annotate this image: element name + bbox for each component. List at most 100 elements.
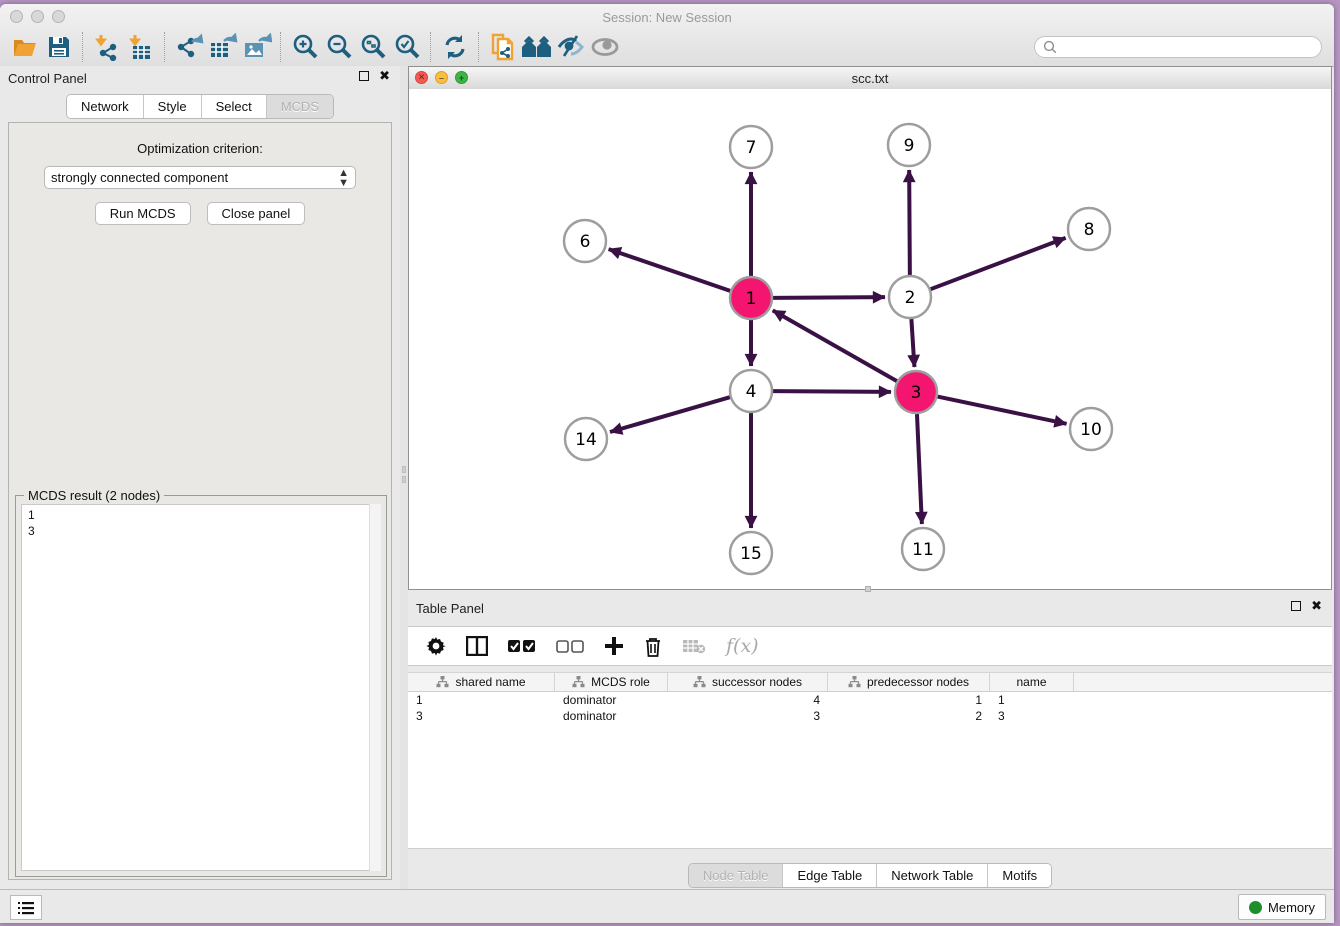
search-input[interactable] (1057, 39, 1313, 55)
column-label: name (1016, 675, 1046, 689)
memory-button[interactable]: Memory (1238, 894, 1326, 920)
column-header-successor-nodes[interactable]: successor nodes (668, 673, 828, 691)
splitter-grip (402, 466, 406, 473)
gear-icon[interactable] (426, 636, 446, 656)
edge-4-3[interactable] (773, 391, 891, 392)
zoom-in-icon[interactable] (288, 31, 322, 63)
edge-4-14[interactable] (610, 397, 730, 432)
main-toolbar (8, 28, 1326, 66)
close-panel-icon[interactable]: ✖ (379, 71, 390, 81)
edge-2-9[interactable] (909, 170, 910, 275)
cell[interactable]: 3 (408, 708, 555, 724)
tab-node-table[interactable]: Node Table (689, 864, 784, 887)
save-session-icon[interactable] (42, 31, 76, 63)
table-panel-header: Table Panel ✖ (408, 596, 1332, 620)
open-file-icon[interactable] (8, 31, 42, 63)
criterion-value: strongly connected component (51, 170, 228, 185)
hide-selected-icon[interactable] (554, 31, 588, 63)
mcds-result-line: 1 (28, 507, 380, 523)
edge-3-10[interactable] (938, 397, 1067, 424)
show-all-icon[interactable] (588, 31, 622, 63)
run-mcds-button[interactable]: Run MCDS (95, 202, 191, 225)
node-table[interactable]: shared name MCDS role successor nodes prede… (408, 672, 1332, 849)
node-label-2: 2 (905, 288, 916, 308)
import-table-icon[interactable] (124, 31, 158, 63)
cell[interactable]: 2 (828, 708, 990, 724)
delete-table-icon[interactable] (682, 638, 706, 654)
zoom-selected-icon[interactable] (390, 31, 424, 63)
mcds-result-list[interactable]: 13 (21, 504, 381, 871)
table-panel: Table Panel ✖ (408, 596, 1332, 890)
float-panel-icon[interactable] (1291, 601, 1301, 611)
edge-1-6[interactable] (609, 249, 731, 291)
column-label: MCDS role (591, 675, 650, 689)
node-label-10: 10 (1080, 420, 1102, 440)
tab-select[interactable]: Select (202, 95, 267, 118)
tab-style[interactable]: Style (144, 95, 202, 118)
column-header-shared-name[interactable]: shared name (408, 673, 555, 691)
refresh-icon[interactable] (438, 31, 472, 63)
attribute-type-icon (848, 676, 861, 688)
attribute-type-icon (572, 676, 585, 688)
cell[interactable]: 4 (668, 692, 828, 708)
export-table-icon[interactable] (206, 31, 240, 63)
column-header-name[interactable]: name (990, 673, 1074, 691)
network-graph-canvas[interactable]: 7968124314101511 (409, 89, 1331, 589)
export-image-icon[interactable] (240, 31, 274, 63)
edge-3-1[interactable] (773, 310, 897, 381)
table-header-row: shared name MCDS role successor nodes prede… (408, 672, 1332, 692)
search-icon (1043, 40, 1057, 54)
application-window: Session: New Session (0, 4, 1334, 923)
first-neighbors-icon[interactable] (520, 31, 554, 63)
tab-network-table[interactable]: Network Table (877, 864, 988, 887)
column-label: successor nodes (712, 675, 802, 689)
cell[interactable]: 1 (408, 692, 555, 708)
node-label-11: 11 (912, 540, 934, 560)
criterion-dropdown[interactable]: strongly connected component ▲▼ (44, 166, 356, 189)
close-panel-icon[interactable]: ✖ (1311, 601, 1322, 611)
table-row[interactable]: 1dominator411 (408, 692, 1332, 708)
tab-mcds[interactable]: MCDS (267, 95, 333, 118)
function-builder-icon: f(x) (726, 635, 759, 657)
cell[interactable]: 1 (990, 692, 1074, 708)
network-window-titlebar[interactable]: ✕ – + scc.txt (409, 67, 1331, 90)
edge-2-3[interactable] (911, 319, 914, 367)
deselect-all-icon[interactable] (556, 639, 584, 653)
split-panel-icon[interactable] (466, 636, 488, 656)
result-scrollbar[interactable] (369, 504, 381, 871)
control-panel-header: Control Panel ✖ (0, 66, 400, 90)
zoom-fit-icon[interactable] (356, 31, 390, 63)
resize-handle[interactable] (865, 586, 871, 592)
tab-edge-table[interactable]: Edge Table (783, 864, 877, 887)
column-header-MCDS-role[interactable]: MCDS role (555, 673, 668, 691)
close-panel-button[interactable]: Close panel (207, 202, 306, 225)
import-network-icon[interactable] (90, 31, 124, 63)
export-network-icon[interactable] (172, 31, 206, 63)
splitter-grip (402, 476, 406, 483)
search-box[interactable] (1034, 36, 1322, 58)
duplicate-network-icon[interactable] (486, 31, 520, 63)
column-header-predecessor-nodes[interactable]: predecessor nodes (828, 673, 990, 691)
cell[interactable]: dominator (555, 692, 668, 708)
tab-motifs[interactable]: Motifs (988, 864, 1051, 887)
edge-2-8[interactable] (931, 238, 1066, 289)
table-row[interactable]: 3dominator323 (408, 708, 1332, 724)
criterion-label: Optimization criterion: (9, 141, 391, 156)
log-console-button[interactable] (10, 895, 42, 920)
tab-network[interactable]: Network (67, 95, 144, 118)
delete-column-icon[interactable] (644, 636, 662, 657)
cell[interactable]: dominator (555, 708, 668, 724)
edge-3-11[interactable] (917, 414, 922, 524)
cell[interactable]: 1 (828, 692, 990, 708)
toolbar-separator (82, 32, 84, 62)
vertical-splitter[interactable] (400, 66, 408, 890)
cell[interactable]: 3 (990, 708, 1074, 724)
edge-1-2[interactable] (773, 297, 885, 298)
select-all-icon[interactable] (508, 639, 536, 653)
add-column-icon[interactable] (604, 636, 624, 656)
float-panel-icon[interactable] (359, 71, 369, 81)
cell[interactable]: 3 (668, 708, 828, 724)
node-label-15: 15 (740, 544, 762, 564)
zoom-out-icon[interactable] (322, 31, 356, 63)
network-view-window: ✕ – + scc.txt 7968124314101511 (408, 66, 1332, 590)
